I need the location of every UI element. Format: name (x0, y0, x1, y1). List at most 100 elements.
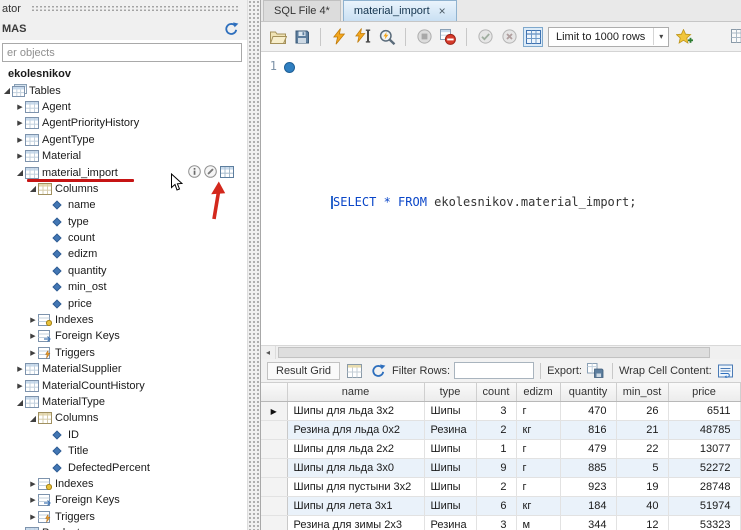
result-grid-tab[interactable]: Result Grid (267, 362, 340, 380)
cell[interactable]: 21 (616, 421, 668, 440)
table-row[interactable]: Резина для зимы 2x3Резина3м3441253323 (261, 516, 740, 530)
tree-item-materialtype[interactable]: ◢MaterialType (0, 394, 247, 410)
snippet-star-icon[interactable] (674, 27, 694, 47)
table-info-icon[interactable] (188, 165, 201, 178)
sidebar-splitter-scrollbar[interactable] (247, 0, 260, 530)
expander-closed-icon[interactable]: ▶ (28, 332, 38, 340)
cell[interactable]: г (516, 478, 560, 497)
filter-rows-input[interactable] (454, 362, 534, 379)
expander-closed-icon[interactable]: ▶ (28, 316, 38, 324)
tree-item-quantity[interactable]: quantity (0, 263, 247, 279)
scroll-left-button[interactable]: ◂ (261, 346, 276, 359)
row-selector-cell[interactable] (261, 516, 287, 530)
save-icon[interactable] (292, 27, 312, 47)
cell[interactable]: Шипы для льда 3x0 (287, 459, 424, 478)
tree-item-product[interactable]: ▶Product (0, 525, 247, 530)
limit-rows-dropdown[interactable]: Limit to 1000 rows ▾ (548, 27, 669, 47)
expander-closed-icon[interactable]: ▶ (28, 513, 38, 521)
tree-item-triggers[interactable]: ▶Triggers (0, 345, 247, 361)
tree-item-agent[interactable]: ▶Agent (0, 99, 247, 115)
tree-item-count[interactable]: count (0, 230, 247, 246)
cell[interactable]: м (516, 516, 560, 530)
cell[interactable]: г (516, 440, 560, 459)
cell[interactable]: 52272 (668, 459, 740, 478)
table-data-icon[interactable] (220, 166, 234, 178)
result-grid-icon[interactable] (344, 361, 364, 381)
cell[interactable]: кг (516, 497, 560, 516)
cell[interactable]: 12 (616, 516, 668, 530)
cell[interactable]: Шипы (424, 497, 476, 516)
cell[interactable]: Шипы (424, 459, 476, 478)
expander-closed-icon[interactable]: ▶ (15, 136, 25, 144)
cell[interactable]: Шипы (424, 440, 476, 459)
tree-item-id[interactable]: ID (0, 427, 247, 443)
cell[interactable]: 344 (560, 516, 616, 530)
stop-on-error-icon[interactable] (438, 27, 458, 47)
tree-item-edizm[interactable]: edizm (0, 246, 247, 262)
tree-item-title[interactable]: Title (0, 443, 247, 459)
cell[interactable]: 470 (560, 402, 616, 421)
table-row[interactable]: Шипы для льда 2x2Шипы1г4792213077 (261, 440, 740, 459)
sql-editor[interactable]: 1 SELECT * FROM ekolesnikov.material_imp… (261, 53, 741, 345)
execute-icon[interactable] (329, 27, 349, 47)
tree-item-material[interactable]: ▶Material (0, 148, 247, 164)
tree-item-foreign-keys[interactable]: ▶Foreign Keys (0, 328, 247, 344)
cell[interactable]: г (516, 402, 560, 421)
expander-closed-icon[interactable]: ▶ (28, 496, 38, 504)
cell[interactable]: 19 (616, 478, 668, 497)
row-selector-cell[interactable] (261, 421, 287, 440)
wrap-cell-content-icon[interactable] (716, 361, 736, 381)
cell[interactable]: 923 (560, 478, 616, 497)
tree-item-ekolesnikov[interactable]: ekolesnikov (0, 66, 247, 82)
cell[interactable]: Шипы (424, 402, 476, 421)
explain-icon[interactable] (377, 27, 397, 47)
column-header-quantity[interactable]: quantity (560, 383, 616, 402)
panel-grip[interactable] (31, 5, 239, 13)
cell[interactable]: Шипы для пустыни 3x2 (287, 478, 424, 497)
column-header-edizm[interactable]: edizm (516, 383, 560, 402)
cell[interactable]: Резина для зимы 2x3 (287, 516, 424, 530)
tree-item-min-ost[interactable]: min_ost (0, 279, 247, 295)
cell[interactable]: 40 (616, 497, 668, 516)
refresh-results-icon[interactable] (368, 361, 388, 381)
tab-material-import[interactable]: material_import× (343, 0, 457, 21)
expander-open-icon[interactable]: ◢ (15, 398, 25, 407)
execute-current-icon[interactable] (353, 27, 373, 47)
hscrollbar-thumb[interactable] (278, 347, 710, 358)
row-selector-cell[interactable] (261, 459, 287, 478)
tree-item-tables[interactable]: ◢Tables (0, 82, 247, 98)
cell[interactable]: Шипы для льда 3x2 (287, 402, 424, 421)
tree-item-agenttype[interactable]: ▶AgentType (0, 132, 247, 148)
column-header-count[interactable]: count (476, 383, 516, 402)
cell[interactable]: 6 (476, 497, 516, 516)
cell[interactable]: 9 (476, 459, 516, 478)
tree-item-defectedpercent[interactable]: DefectedPercent (0, 459, 247, 475)
cell[interactable]: 1 (476, 440, 516, 459)
cell[interactable]: 48785 (668, 421, 740, 440)
row-selector-cell[interactable] (261, 497, 287, 516)
table-settings-wrench-icon[interactable] (204, 165, 217, 178)
beautify-grid-icon[interactable] (728, 26, 741, 46)
autocommit-icon[interactable] (523, 27, 543, 47)
cell[interactable]: 6511 (668, 402, 740, 421)
export-icon[interactable] (586, 361, 606, 381)
cell[interactable]: 13077 (668, 440, 740, 459)
cell[interactable]: 2 (476, 478, 516, 497)
tree-item-columns[interactable]: ◢Columns (0, 410, 247, 426)
expander-closed-icon[interactable]: ▶ (15, 103, 25, 111)
cell[interactable]: 22 (616, 440, 668, 459)
schema-filter-input[interactable] (2, 43, 242, 62)
open-script-icon[interactable] (268, 27, 288, 47)
column-header-price[interactable]: price (668, 383, 740, 402)
column-header-type[interactable]: type (424, 383, 476, 402)
table-row[interactable]: Резина для льда 0x2Резина2кг8162148785 (261, 421, 740, 440)
expander-open-icon[interactable]: ◢ (2, 86, 12, 95)
expander-closed-icon[interactable]: ▶ (28, 349, 38, 357)
expander-closed-icon[interactable]: ▶ (15, 365, 25, 373)
cell[interactable]: 479 (560, 440, 616, 459)
table-row[interactable]: Шипы для пустыни 3x2Шипы2г9231928748 (261, 478, 740, 497)
cell[interactable]: Резина (424, 421, 476, 440)
expander-closed-icon[interactable]: ▶ (15, 119, 25, 127)
row-selector-cell[interactable] (261, 440, 287, 459)
cell[interactable]: Шипы для лета 3x1 (287, 497, 424, 516)
